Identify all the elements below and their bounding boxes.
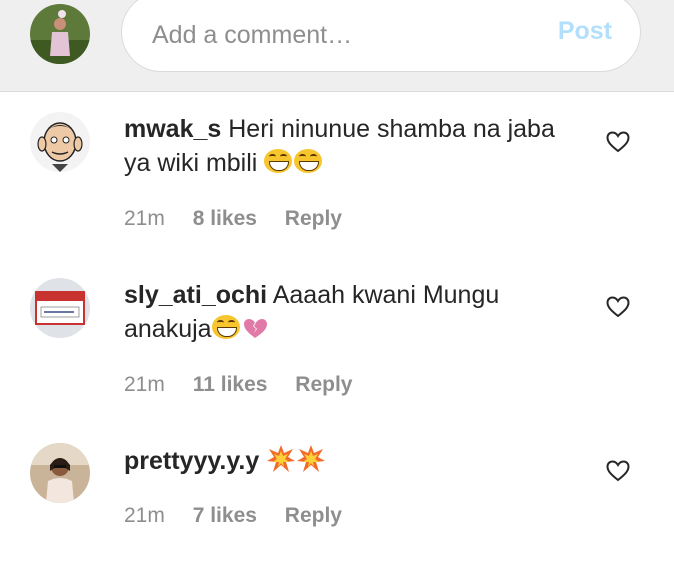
collision-icon <box>267 445 296 472</box>
comment-time: 21m <box>124 373 165 396</box>
comment-username[interactable]: sly_ati_ochi <box>124 281 267 309</box>
comment-meta: 21m 11 likes Reply <box>124 373 374 397</box>
comment-likes[interactable]: 7 likes <box>193 504 257 527</box>
heart-outline-icon[interactable] <box>606 459 630 483</box>
comment-time: 21m <box>124 207 165 230</box>
comment-username[interactable]: prettyyy.y.y <box>124 447 259 475</box>
comment-time: 21m <box>124 504 165 527</box>
laughing-emoji-icon <box>294 149 323 173</box>
post-button[interactable]: Post <box>558 17 612 46</box>
comment-likes[interactable]: 11 likes <box>193 373 268 396</box>
reply-button[interactable]: Reply <box>285 207 342 230</box>
heart-outline-icon[interactable] <box>606 130 630 154</box>
comment-text: sly_ati_ochi Aaaah kwani Mungu anakuja😂💔 <box>124 278 584 346</box>
comment-meta: 21m 8 likes Reply <box>124 207 364 231</box>
heart-outline-icon[interactable] <box>606 295 630 319</box>
commenter-avatar[interactable] <box>30 278 90 338</box>
comment-text: mwak_s Heri ninunue shamba na jaba ya wi… <box>124 112 584 180</box>
comment-meta: 21m 7 likes Reply <box>124 504 364 528</box>
laughing-emoji-icon <box>264 149 293 173</box>
comment-username[interactable]: mwak_s <box>124 115 221 143</box>
comment-likes[interactable]: 8 likes <box>193 207 257 230</box>
commenter-avatar[interactable] <box>30 443 90 503</box>
reply-button[interactable]: Reply <box>285 504 342 527</box>
comment-composer: Post <box>0 0 674 92</box>
comment-text: prettyyy.y.y 💥💥 <box>124 444 584 478</box>
collision-icon <box>297 445 326 472</box>
laughing-emoji-icon <box>211 315 240 339</box>
broken-heart-icon <box>243 319 267 338</box>
reply-button[interactable]: Reply <box>295 373 352 396</box>
commenter-avatar[interactable] <box>30 112 90 172</box>
current-user-avatar <box>30 4 90 64</box>
comment-input[interactable] <box>152 17 532 53</box>
comment-box: Post <box>121 0 641 72</box>
